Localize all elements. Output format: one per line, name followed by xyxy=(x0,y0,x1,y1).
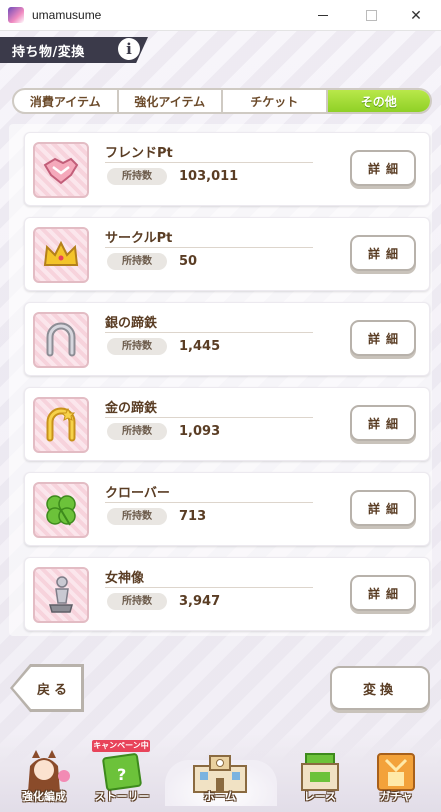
gold-horseshoe-icon xyxy=(33,397,89,453)
list-item: 銀の蹄鉄 所持数 1,445 詳細 xyxy=(24,302,430,376)
list-item: クローバー 所持数 713 詳細 xyxy=(24,472,430,546)
owned-value: 1,093 xyxy=(179,424,221,439)
detail-button[interactable]: 詳細 xyxy=(350,490,416,526)
divider xyxy=(105,162,313,163)
campaign-badge: キャンペーン中 xyxy=(92,740,150,752)
detail-button[interactable]: 詳細 xyxy=(350,405,416,441)
owned-label: 所持数 xyxy=(107,508,167,525)
convert-button[interactable]: 変換 xyxy=(330,666,430,710)
nav-label: 強化編成 xyxy=(22,790,66,803)
window-title: umamusume xyxy=(32,8,102,22)
nav-label: レース xyxy=(303,790,337,803)
owned-value: 713 xyxy=(179,509,207,524)
tab-tickets[interactable]: チケット xyxy=(223,90,328,112)
nav-label: ホーム xyxy=(203,790,237,803)
divider xyxy=(105,417,313,418)
detail-button[interactable]: 詳細 xyxy=(350,575,416,611)
owned-label: 所持数 xyxy=(107,338,167,355)
item-name: クローバー xyxy=(105,486,170,501)
detail-button[interactable]: 詳細 xyxy=(350,150,416,186)
tab-consumables[interactable]: 消費アイテム xyxy=(14,90,119,112)
divider xyxy=(105,247,313,248)
nav-story[interactable]: ? ストーリー xyxy=(86,748,158,804)
close-button[interactable] xyxy=(393,0,439,31)
nav-enhance-team[interactable]: 強化編成 xyxy=(8,748,80,804)
race-icon xyxy=(301,753,339,791)
item-list[interactable]: フレンドPt 所持数 103,011 詳細 サークルPt 所持数 50 詳細 銀… xyxy=(9,124,432,636)
character-icon xyxy=(28,750,70,792)
owned-value: 3,947 xyxy=(179,594,221,609)
silver-horseshoe-icon xyxy=(33,312,89,368)
nav-race[interactable]: レース xyxy=(284,748,356,804)
owned-label: 所持数 xyxy=(107,593,167,610)
maximize-button[interactable] xyxy=(348,0,394,31)
item-name: フレンドPt xyxy=(105,146,173,161)
item-name: サークルPt xyxy=(105,231,173,246)
goddess-statue-icon xyxy=(33,567,89,623)
owned-label: 所持数 xyxy=(107,423,167,440)
item-name: 女神像 xyxy=(105,571,145,586)
owned-label: 所持数 xyxy=(107,168,167,185)
item-name: 金の蹄鉄 xyxy=(105,401,158,416)
list-item: サークルPt 所持数 50 詳細 xyxy=(24,217,430,291)
owned-value: 103,011 xyxy=(179,169,239,184)
nav-gacha[interactable]: ガチャ xyxy=(360,748,432,804)
detail-button[interactable]: 詳細 xyxy=(350,235,416,271)
owned-value: 50 xyxy=(179,254,198,269)
nav-label: ストーリー xyxy=(94,790,150,803)
minimize-button[interactable] xyxy=(300,0,346,31)
crown-icon xyxy=(33,227,89,283)
gacha-icon xyxy=(377,753,415,791)
owned-value: 1,445 xyxy=(179,339,221,354)
page-title: 持ち物/変換 xyxy=(12,45,85,60)
clover-icon xyxy=(33,482,89,538)
nav-label: ガチャ xyxy=(379,790,413,803)
divider xyxy=(105,332,313,333)
nav-home[interactable]: ホーム xyxy=(184,748,256,804)
info-button[interactable]: i xyxy=(118,38,140,60)
category-tabs: 消費アイテム 強化アイテム チケット その他 xyxy=(12,88,432,114)
tab-other[interactable]: その他 xyxy=(327,90,430,112)
handshake-icon xyxy=(33,142,89,198)
story-book-icon: ? xyxy=(102,753,142,791)
owned-label: 所持数 xyxy=(107,253,167,270)
app-icon xyxy=(8,7,24,23)
item-name: 銀の蹄鉄 xyxy=(105,316,158,331)
divider xyxy=(105,502,313,503)
tab-enhancement[interactable]: 強化アイテム xyxy=(119,90,223,112)
list-item: 金の蹄鉄 所持数 1,093 詳細 xyxy=(24,387,430,461)
list-item: 女神像 所持数 3,947 詳細 xyxy=(24,557,430,631)
svg-text:?: ? xyxy=(117,765,126,784)
detail-button[interactable]: 詳細 xyxy=(350,320,416,356)
window-titlebar: umamusume xyxy=(0,0,441,31)
list-item: フレンドPt 所持数 103,011 詳細 xyxy=(24,132,430,206)
divider xyxy=(105,587,313,588)
